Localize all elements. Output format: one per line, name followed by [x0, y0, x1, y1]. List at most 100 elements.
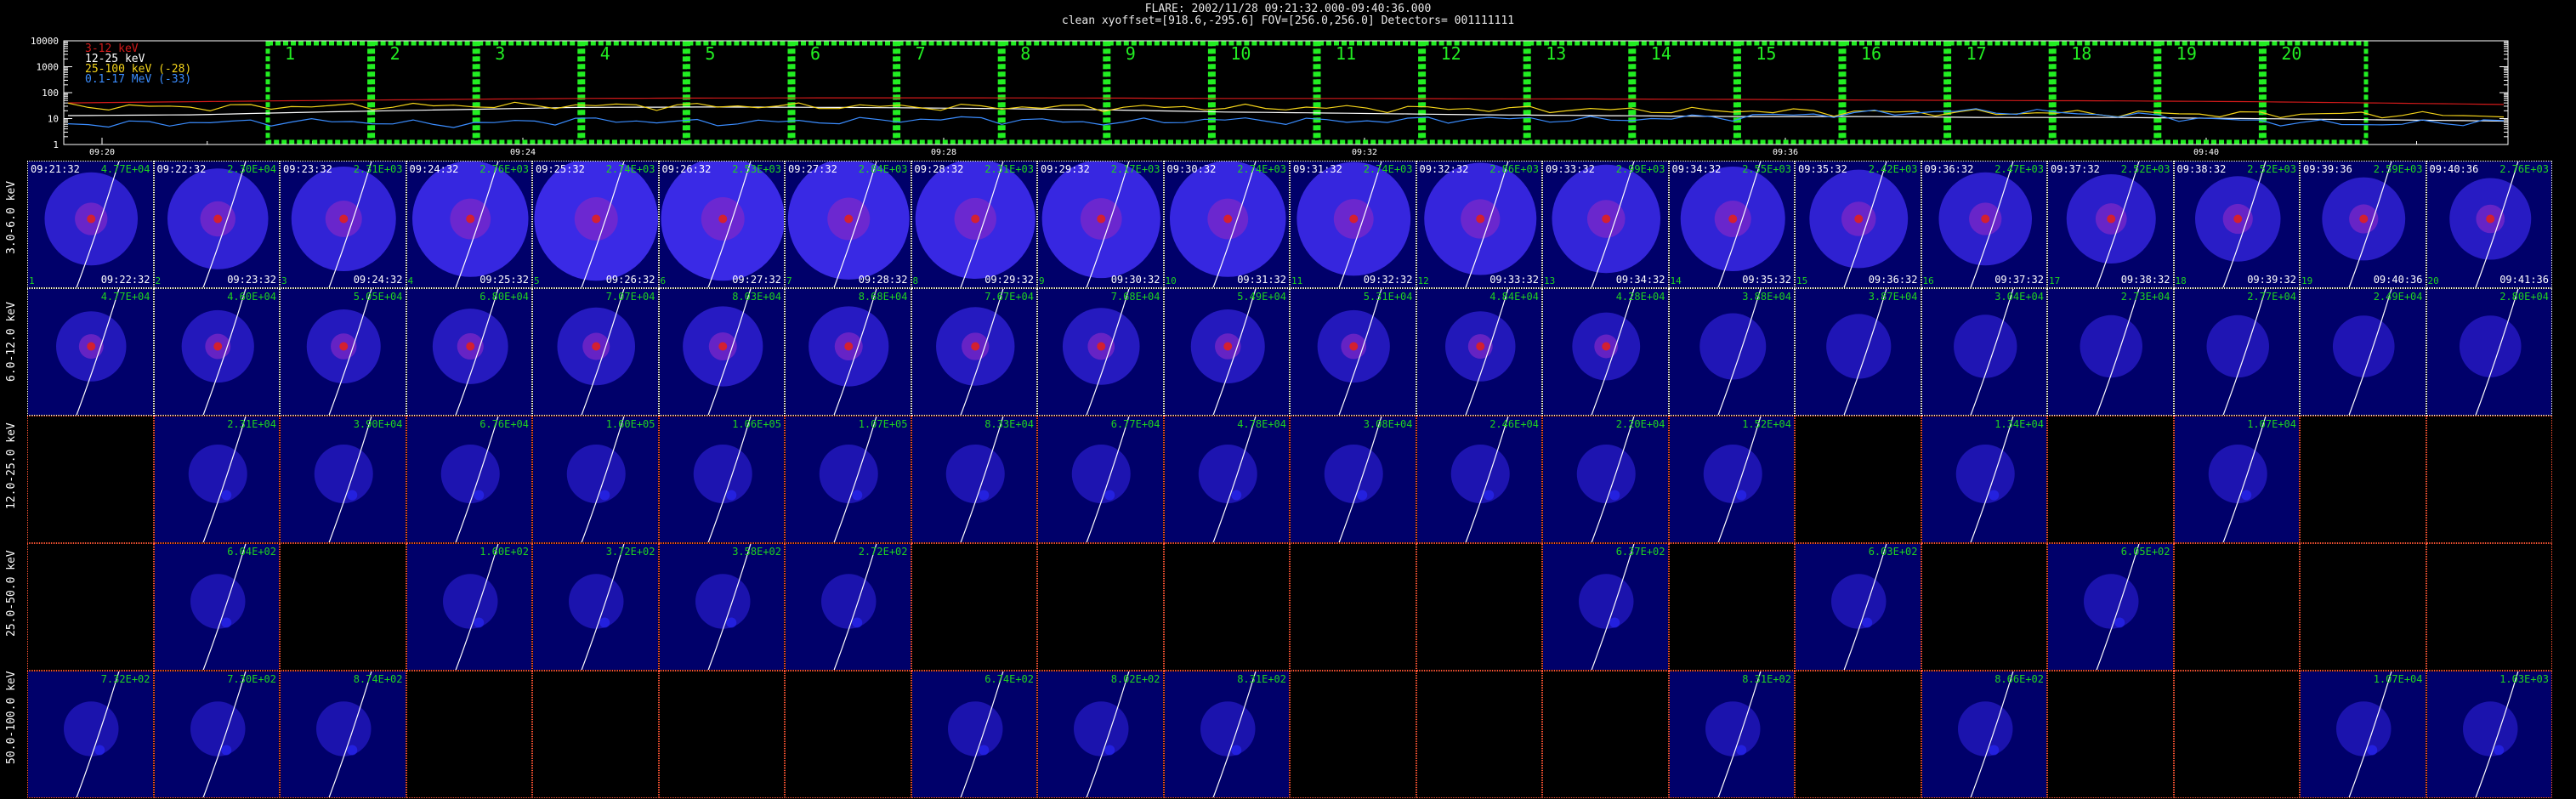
- panel-index: 13: [1544, 275, 1556, 286]
- image-panel: 3.72E+02: [532, 543, 659, 671]
- source-peak: [1602, 214, 1611, 224]
- xtick-label: 09:32: [1352, 148, 1377, 157]
- source-halo: [2459, 315, 2522, 377]
- panel-max-value: 6.04E+02: [227, 546, 276, 558]
- solar-image: [2174, 416, 2300, 542]
- image-panel: [1416, 671, 1542, 798]
- image-panel: 8.02E+02: [1037, 671, 1164, 798]
- panel-max-value: 7.32E+02: [100, 673, 150, 685]
- source-halo: [1450, 445, 1510, 503]
- solar-image: [1543, 416, 1668, 542]
- source-halo: [442, 574, 497, 629]
- interval-number: 4: [600, 43, 610, 64]
- image-panel: [1795, 416, 1921, 543]
- interval-number: 11: [1336, 43, 1356, 64]
- image-panel: 8.66E+02: [1921, 671, 2047, 798]
- solar-image: [154, 544, 280, 670]
- interval-box: [1631, 41, 1738, 144]
- panel-index: 10: [1165, 275, 1177, 286]
- panel-start-time: 09:26:32: [661, 163, 712, 175]
- panel-max-value: 2.31E+04: [227, 418, 276, 430]
- image-panel: 1.07E+04: [2173, 416, 2300, 543]
- interval-box: [2051, 41, 2159, 144]
- source-halo: [1699, 313, 1766, 380]
- panel-index: 9: [1039, 275, 1045, 286]
- source-peak: [592, 342, 601, 351]
- source-peak: [1980, 214, 1989, 224]
- panel-end-time: 09:29:32: [984, 274, 1034, 286]
- panel-max-value: 4.78E+04: [1237, 418, 1286, 430]
- solar-image: [1038, 672, 1163, 797]
- panel-index: 5: [534, 275, 540, 286]
- source-halo: [2080, 314, 2142, 378]
- panel-index: 19: [2301, 275, 2313, 286]
- image-panel: 1.52E+04: [1668, 416, 1795, 543]
- panel-max-value: 2.53E+03: [732, 163, 781, 175]
- source-peak: [2485, 214, 2494, 224]
- image-panel: 8.31E+02: [1668, 671, 1795, 798]
- solar-image: [533, 544, 658, 670]
- xtick-label: 09:28: [931, 148, 956, 157]
- panel-end-time: 09:36:32: [1868, 274, 1918, 286]
- solar-image: [911, 672, 1037, 797]
- image-panel: [2173, 671, 2300, 798]
- source-peak: [1602, 342, 1611, 351]
- panel-index: 16: [1922, 275, 1934, 286]
- solar-image: [533, 416, 658, 542]
- image-panel: [2300, 416, 2426, 543]
- lightcurve-plot: 10000 1000 100 10 1 09:20 09:24 09:28 09:32 09:36…: [31, 36, 2509, 157]
- image-panel: [785, 671, 911, 798]
- solar-image: [154, 289, 280, 415]
- image-panel: 09:36:32 09:37:32 16 2.47E+03: [1921, 161, 2047, 288]
- image-panel: 09:21:32 09:22:32 1 4.77E+04: [27, 161, 154, 288]
- panel-index: 20: [2427, 275, 2439, 286]
- image-panel: 8.03E+04: [658, 288, 785, 416]
- source-peak: [1475, 214, 1484, 224]
- panel-max-value: 4.77E+04: [100, 163, 150, 175]
- source-peak: [978, 745, 989, 756]
- solar-image: [659, 289, 785, 415]
- interval-box: [2157, 41, 2263, 144]
- source-peak: [844, 214, 854, 224]
- solar-image: [1416, 289, 1542, 415]
- source-peak: [1223, 342, 1232, 351]
- panel-max-value: 6.77E+04: [1110, 418, 1160, 430]
- solar-image: [1921, 162, 2047, 287]
- solar-image: [1416, 162, 1542, 287]
- image-panel: 2.72E+02: [785, 543, 911, 671]
- image-panel: 3.90E+04: [280, 416, 406, 543]
- image-panel: 2.77E+04: [2173, 288, 2300, 416]
- source-peak: [1230, 490, 1241, 501]
- interval-box: [791, 41, 898, 144]
- solar-image: [2426, 672, 2552, 797]
- solar-image: [1291, 162, 1416, 287]
- image-panel: 3.88E+04: [1668, 288, 1795, 416]
- panel-start-time: 09:21:32: [31, 163, 80, 175]
- source-halo: [188, 445, 247, 503]
- source-peak: [2233, 214, 2242, 224]
- source-halo: [1831, 574, 1887, 629]
- panel-start-time: 09:24:32: [409, 163, 459, 175]
- image-panel: 1.34E+04: [1921, 416, 2047, 543]
- image-panel: [1795, 671, 1921, 798]
- solar-image: [659, 416, 785, 542]
- source-peak: [339, 214, 349, 224]
- source-peak: [978, 490, 989, 501]
- image-panel: 4.84E+04: [1416, 288, 1542, 416]
- panel-max-value: 7.68E+04: [1110, 291, 1160, 303]
- image-panel: [1037, 543, 1164, 671]
- series-line: [67, 106, 2505, 122]
- image-panel: 09:37:32 09:38:32 17 2.52E+03: [2047, 161, 2174, 288]
- panel-max-value: 2.49E+04: [2373, 291, 2423, 303]
- interval-number: 16: [1861, 43, 1881, 64]
- interval-box: [371, 41, 477, 144]
- source-peak: [339, 342, 349, 351]
- image-panel: 6.04E+02: [153, 543, 280, 671]
- solar-image: [154, 162, 280, 287]
- image-panel: 6.03E+02: [1795, 543, 1921, 671]
- image-panel: 5.31E+04: [1290, 288, 1416, 416]
- panel-max-value: 3.88E+04: [1742, 291, 1791, 303]
- image-panel: 1.07E+05: [785, 416, 911, 543]
- panel-max-value: 2.31E+03: [353, 163, 403, 175]
- row-label: 3.0-6.0 keV: [5, 180, 18, 254]
